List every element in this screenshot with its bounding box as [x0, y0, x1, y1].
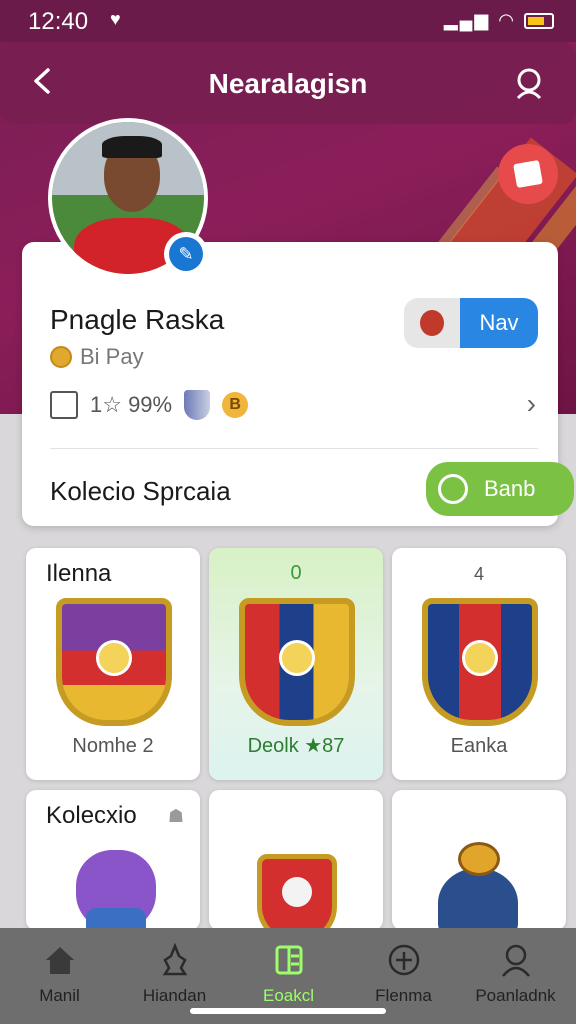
bank-button[interactable]: Banb: [426, 462, 574, 516]
crest-emblem: [279, 640, 315, 676]
tab-profile[interactable]: Poanladnk: [458, 928, 573, 1024]
ghost-icon: ☗: [167, 806, 184, 826]
tile-header: 4: [473, 564, 484, 584]
tile-header: Ilenna: [46, 560, 112, 587]
b-coin-icon: B: [222, 392, 249, 418]
toggle-ring-icon: [438, 474, 468, 504]
potion-cap: [458, 842, 500, 876]
collection-tile[interactable]: 4 Eanka: [392, 548, 566, 780]
tile-header: 0: [290, 562, 302, 584]
club-crest-icon: [239, 598, 355, 726]
tile-caption: Nomhe 2: [72, 735, 154, 757]
profile-card: Pnagle Raska Bi Pay 1☆ 99% B › Nav Kolec…: [22, 242, 574, 526]
bear-body: [86, 908, 146, 930]
search-button[interactable]: [512, 66, 546, 100]
collection-tile[interactable]: Kolecxio ☗: [26, 790, 200, 930]
tab-label: Manil: [39, 986, 80, 1005]
tile-header: Kolecxio: [46, 802, 137, 829]
signal-icon: ▂▄▆: [443, 10, 491, 30]
nav-button[interactable]: Nav: [460, 298, 538, 348]
page-title: Nearalagisn: [208, 68, 368, 99]
ball-icon: [388, 944, 419, 976]
share-icon: [513, 159, 543, 189]
club-badge-icon: [257, 854, 337, 930]
search-icon: [516, 68, 542, 100]
divider: [50, 448, 538, 449]
collection-tile[interactable]: Ilenna Nomhe 2: [26, 548, 200, 780]
tab-label: Flenma: [375, 986, 432, 1005]
tab-home[interactable]: Manil: [2, 928, 117, 1024]
shield-icon: [184, 390, 211, 420]
collection-tile[interactable]: 0 Deolk ★87: [209, 548, 383, 780]
player-subtitle: Bi Pay: [50, 344, 144, 370]
app-bar: Nearalagisn: [0, 42, 576, 124]
trophy-icon: [162, 942, 187, 976]
collection-label: Kolecio Sprcaia: [50, 476, 231, 506]
club-crest-icon: [422, 598, 538, 726]
status-time: 12:40: [28, 8, 89, 35]
collection-tile[interactable]: [209, 790, 383, 930]
chevron-right-icon[interactable]: ›: [527, 388, 536, 420]
subtitle-text: Bi Pay: [80, 344, 144, 369]
avatar-hair: [102, 136, 162, 158]
potion-icon: [438, 868, 518, 930]
tab-label: Poanladnk: [475, 986, 556, 1005]
verified-icon: ✎: [169, 237, 203, 271]
nav-toggle[interactable]: Nav: [404, 298, 538, 348]
heart-icon: ♥: [110, 9, 121, 29]
tab-label: Eoakcl: [262, 986, 315, 1005]
home-icon: [45, 947, 74, 974]
profile-icon: [501, 944, 530, 977]
stats-text: 1☆ 99%: [90, 392, 173, 417]
tile-caption: Eanka: [450, 735, 508, 757]
edit-icon[interactable]: [50, 391, 78, 419]
bank-label: Banb: [484, 476, 536, 501]
coin-icon: [50, 346, 72, 368]
battery-icon: [524, 12, 554, 29]
status-icons: ▂▄▆ ◠: [444, 10, 554, 31]
status-bar: 12:40 ♥ ▂▄▆ ◠: [0, 0, 576, 42]
wifi-icon: ◠: [498, 10, 516, 30]
player-stats: 1☆ 99% B: [50, 390, 249, 420]
verified-badge: ✎: [164, 232, 208, 276]
crest-emblem: [462, 640, 498, 676]
player-name: Pnagle Raska: [50, 304, 225, 335]
crest-emblem: [96, 640, 132, 676]
club-crest-icon: [56, 598, 172, 726]
badge-emblem: [282, 877, 312, 907]
tile-caption: Deolk ★87: [247, 735, 345, 757]
mini-avatar-icon: [420, 310, 444, 336]
tab-label: Hiandan: [142, 986, 207, 1005]
home-indicator[interactable]: [190, 1008, 386, 1014]
share-button[interactable]: [498, 144, 558, 204]
collection-tile[interactable]: [392, 790, 566, 930]
collection-icon: [275, 945, 302, 975]
